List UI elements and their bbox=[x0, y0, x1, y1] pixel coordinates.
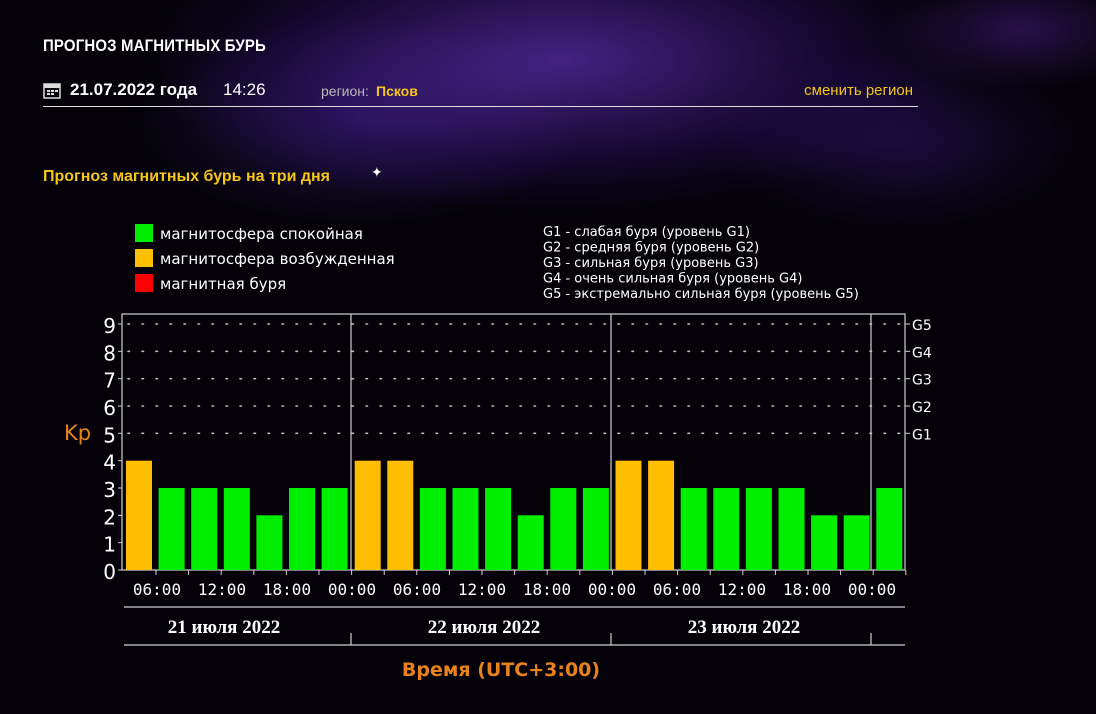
y-tick-label-1: 1 bbox=[103, 533, 116, 557]
x-tick-label-1: 12:00 bbox=[198, 580, 246, 599]
x-tick-label-2: 18:00 bbox=[263, 580, 311, 599]
y-tick-label-8: 8 bbox=[103, 341, 116, 365]
x-tick-label-8: 06:00 bbox=[653, 580, 701, 599]
x-tick-label-7: 00:00 bbox=[588, 580, 636, 599]
kp-bar-13 bbox=[550, 488, 577, 570]
kp-bar-19 bbox=[745, 488, 772, 570]
right-tick-label-G1: G1 bbox=[912, 427, 932, 443]
kp-bar-15 bbox=[615, 460, 642, 570]
g-level-legend-3: G3 - сильная буря (уровень G3) bbox=[543, 256, 759, 271]
kp-bar-17 bbox=[680, 488, 707, 570]
kp-bar-9 bbox=[419, 488, 446, 570]
y-tick-label-2: 2 bbox=[103, 505, 116, 529]
kp-bar-20 bbox=[778, 488, 805, 570]
legend-label-2: магнитная буря bbox=[160, 275, 286, 293]
y-tick-label-0: 0 bbox=[103, 560, 116, 584]
legend-label-1: магнитосфера возбужденная bbox=[160, 250, 395, 268]
kp-bar-1 bbox=[158, 488, 185, 570]
kp-bar-21 bbox=[811, 515, 838, 570]
kp-bar-14 bbox=[582, 488, 609, 570]
y-tick-label-6: 6 bbox=[103, 396, 116, 420]
y-tick-label-4: 4 bbox=[103, 451, 116, 475]
legend-swatch-1 bbox=[135, 249, 153, 267]
g-level-legend-2: G2 - средняя буря (уровень G2) bbox=[543, 241, 759, 256]
x-tick-label-10: 18:00 bbox=[783, 580, 831, 599]
day-label-2: 23 июля 2022 bbox=[688, 617, 800, 638]
right-tick-label-G2: G2 bbox=[912, 400, 932, 416]
y-axis-title: Kp bbox=[64, 421, 91, 445]
kp-bar-18 bbox=[713, 488, 740, 570]
y-tick-label-9: 9 bbox=[103, 314, 116, 338]
kp-bar-11 bbox=[485, 488, 512, 570]
kp-bar-4 bbox=[256, 515, 283, 570]
x-tick-label-6: 18:00 bbox=[523, 580, 571, 599]
kp-bar-5 bbox=[289, 488, 315, 570]
kp-bar-0 bbox=[126, 460, 152, 570]
kp-bar-10 bbox=[452, 488, 479, 570]
kp-bar-3 bbox=[223, 488, 250, 570]
x-tick-label-0: 06:00 bbox=[133, 580, 181, 599]
kp-bar-16 bbox=[648, 460, 675, 570]
x-axis-title: Время (UTC+3:00) bbox=[402, 659, 600, 681]
g-level-legend-5: G5 - экстремально сильная буря (уровень … bbox=[543, 287, 859, 302]
day-label-0: 21 июля 2022 bbox=[168, 617, 280, 638]
legend-swatch-0 bbox=[135, 224, 153, 242]
x-tick-label-3: 00:00 bbox=[328, 580, 376, 599]
day-label-1: 22 июля 2022 bbox=[428, 617, 540, 638]
g-level-legend-4: G4 - очень сильная буря (уровень G4) bbox=[543, 272, 802, 287]
kp-bar-23 bbox=[876, 488, 903, 570]
y-tick-label-5: 5 bbox=[103, 423, 116, 447]
kp-bar-6 bbox=[321, 488, 348, 570]
x-tick-label-9: 12:00 bbox=[718, 580, 766, 599]
legend-swatch-2 bbox=[135, 274, 153, 292]
kp-forecast-chart: магнитосфера спокойная магнитосфера возбу… bbox=[64, 224, 932, 681]
y-tick-label-3: 3 bbox=[103, 478, 116, 502]
x-tick-label-4: 06:00 bbox=[393, 580, 441, 599]
right-tick-label-G5: G5 bbox=[912, 318, 932, 334]
right-tick-label-G3: G3 bbox=[912, 373, 932, 389]
g-level-legend-1: G1 - слабая буря (уровень G1) bbox=[543, 225, 750, 240]
kp-bar-7 bbox=[354, 460, 381, 570]
x-tick-label-5: 12:00 bbox=[458, 580, 506, 599]
right-tick-label-G4: G4 bbox=[912, 345, 932, 361]
y-tick-label-7: 7 bbox=[103, 369, 116, 393]
legend-label-0: магнитосфера спокойная bbox=[160, 225, 363, 243]
kp-bar-8 bbox=[387, 460, 414, 570]
x-tick-label-11: 00:00 bbox=[848, 580, 896, 599]
kp-bar-22 bbox=[843, 515, 870, 570]
kp-bar-2 bbox=[191, 488, 218, 570]
kp-bar-12 bbox=[517, 515, 544, 570]
